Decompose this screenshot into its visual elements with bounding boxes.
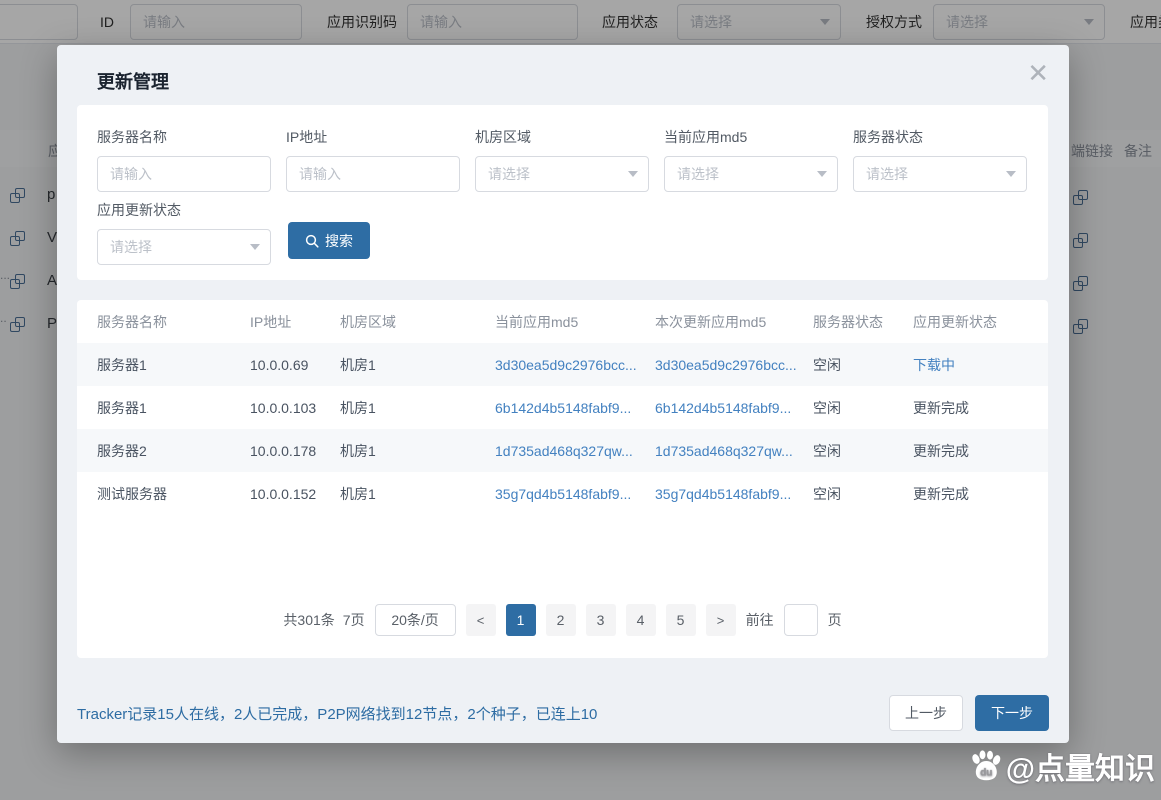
ip-label: IP地址	[286, 127, 460, 147]
md5-link[interactable]: 6b142d4b5148fabf9...	[655, 400, 813, 416]
current-md5-label: 当前应用md5	[664, 127, 838, 147]
md5-link[interactable]: 6b142d4b5148fabf9...	[495, 400, 655, 416]
md5-link[interactable]: 1d735ad468q327qw...	[655, 443, 813, 459]
md5-link[interactable]: 3d30ea5d9c2976bcc...	[495, 357, 655, 373]
next-page-button[interactable]: >	[706, 604, 736, 636]
watermark: du @点量知识	[968, 744, 1155, 788]
server-status-label: 服务器状态	[853, 127, 1027, 147]
zone-select[interactable]: 请选择	[475, 156, 649, 192]
filter-panel: 服务器名称 IP地址 机房区域 请选择 当前应用md5 请选择 服务器状态 请选…	[77, 105, 1048, 280]
next-step-button[interactable]: 下一步	[975, 695, 1049, 731]
col-current-md5: 当前应用md5	[495, 312, 655, 332]
page-count: 7页	[343, 610, 365, 630]
chevron-down-icon	[250, 244, 260, 250]
chevron-down-icon	[628, 171, 638, 177]
update-status-label: 应用更新状态	[97, 200, 271, 220]
col-update-status: 应用更新状态	[913, 312, 1028, 332]
table-row[interactable]: 服务器2 10.0.0.178 机房1 1d735ad468q327qw... …	[77, 429, 1048, 472]
update-status-value: 下载中	[913, 355, 1028, 375]
total-count: 共301条	[283, 610, 334, 630]
table-row[interactable]: 服务器1 10.0.0.103 机房1 6b142d4b5148fabf9...…	[77, 386, 1048, 429]
svg-text:du: du	[980, 768, 992, 779]
server-name-input[interactable]	[97, 156, 271, 192]
goto-label: 前往	[746, 610, 774, 630]
md5-link[interactable]: 1d735ad468q327qw...	[495, 443, 655, 459]
update-status-value: 更新完成	[913, 398, 1028, 418]
current-md5-select[interactable]: 请选择	[664, 156, 838, 192]
table-row[interactable]: 测试服务器 10.0.0.152 机房1 35g7qd4b5148fabf9..…	[77, 472, 1048, 515]
page-button-3[interactable]: 3	[586, 604, 616, 636]
update-status-select[interactable]: 请选择	[97, 229, 271, 265]
col-zone: 机房区域	[340, 312, 495, 332]
page-button-2[interactable]: 2	[546, 604, 576, 636]
update-status-value: 更新完成	[913, 441, 1028, 461]
page-button-1[interactable]: 1	[506, 604, 536, 636]
col-server-status: 服务器状态	[813, 312, 913, 332]
col-ip: IP地址	[250, 312, 340, 332]
table-row[interactable]: 服务器1 10.0.0.69 机房1 3d30ea5d9c2976bcc... …	[77, 343, 1048, 386]
previous-step-button[interactable]: 上一步	[889, 695, 963, 731]
md5-link[interactable]: 35g7qd4b5148fabf9...	[655, 486, 813, 502]
page-button-4[interactable]: 4	[626, 604, 656, 636]
paw-icon: du	[968, 749, 1004, 783]
tracker-status-text: Tracker记录15人在线，2人已完成，P2P网络找到12节点，2个种子，已连…	[77, 703, 597, 724]
close-icon[interactable]: ✕	[1027, 60, 1049, 86]
zone-label: 机房区域	[475, 127, 649, 147]
search-icon	[305, 234, 319, 248]
chevron-down-icon	[817, 171, 827, 177]
server-status-select[interactable]: 请选择	[853, 156, 1027, 192]
update-management-dialog: 更新管理 ✕ 服务器名称 IP地址 机房区域 请选择 当前应用md5 请选择 服	[57, 45, 1069, 743]
col-server-name: 服务器名称	[97, 312, 250, 332]
page-button-5[interactable]: 5	[666, 604, 696, 636]
prev-page-button[interactable]: <	[466, 604, 496, 636]
servers-table: 服务器名称 IP地址 机房区域 当前应用md5 本次更新应用md5 服务器状态 …	[77, 300, 1048, 658]
goto-unit: 页	[828, 610, 842, 630]
col-new-md5: 本次更新应用md5	[655, 312, 813, 332]
update-status-value: 更新完成	[913, 484, 1028, 504]
md5-link[interactable]: 35g7qd4b5148fabf9...	[495, 486, 655, 502]
chevron-down-icon	[1006, 171, 1016, 177]
goto-page-input[interactable]	[784, 604, 818, 636]
dialog-footer: Tracker记录15人在线，2人已完成，P2P网络找到12节点，2个种子，已连…	[77, 695, 1049, 731]
table-header-row: 服务器名称 IP地址 机房区域 当前应用md5 本次更新应用md5 服务器状态 …	[77, 300, 1048, 343]
dialog-title: 更新管理	[97, 68, 169, 94]
pagination: 共301条 7页 20条/页 < 1 2 3 4 5 > 前往 页	[77, 604, 1048, 636]
page-size-select[interactable]: 20条/页	[375, 604, 456, 636]
md5-link[interactable]: 3d30ea5d9c2976bcc...	[655, 357, 813, 373]
watermark-text: @点量知识	[1006, 744, 1155, 788]
server-name-label: 服务器名称	[97, 127, 271, 147]
search-button[interactable]: 搜索	[288, 222, 370, 259]
ip-input[interactable]	[286, 156, 460, 192]
